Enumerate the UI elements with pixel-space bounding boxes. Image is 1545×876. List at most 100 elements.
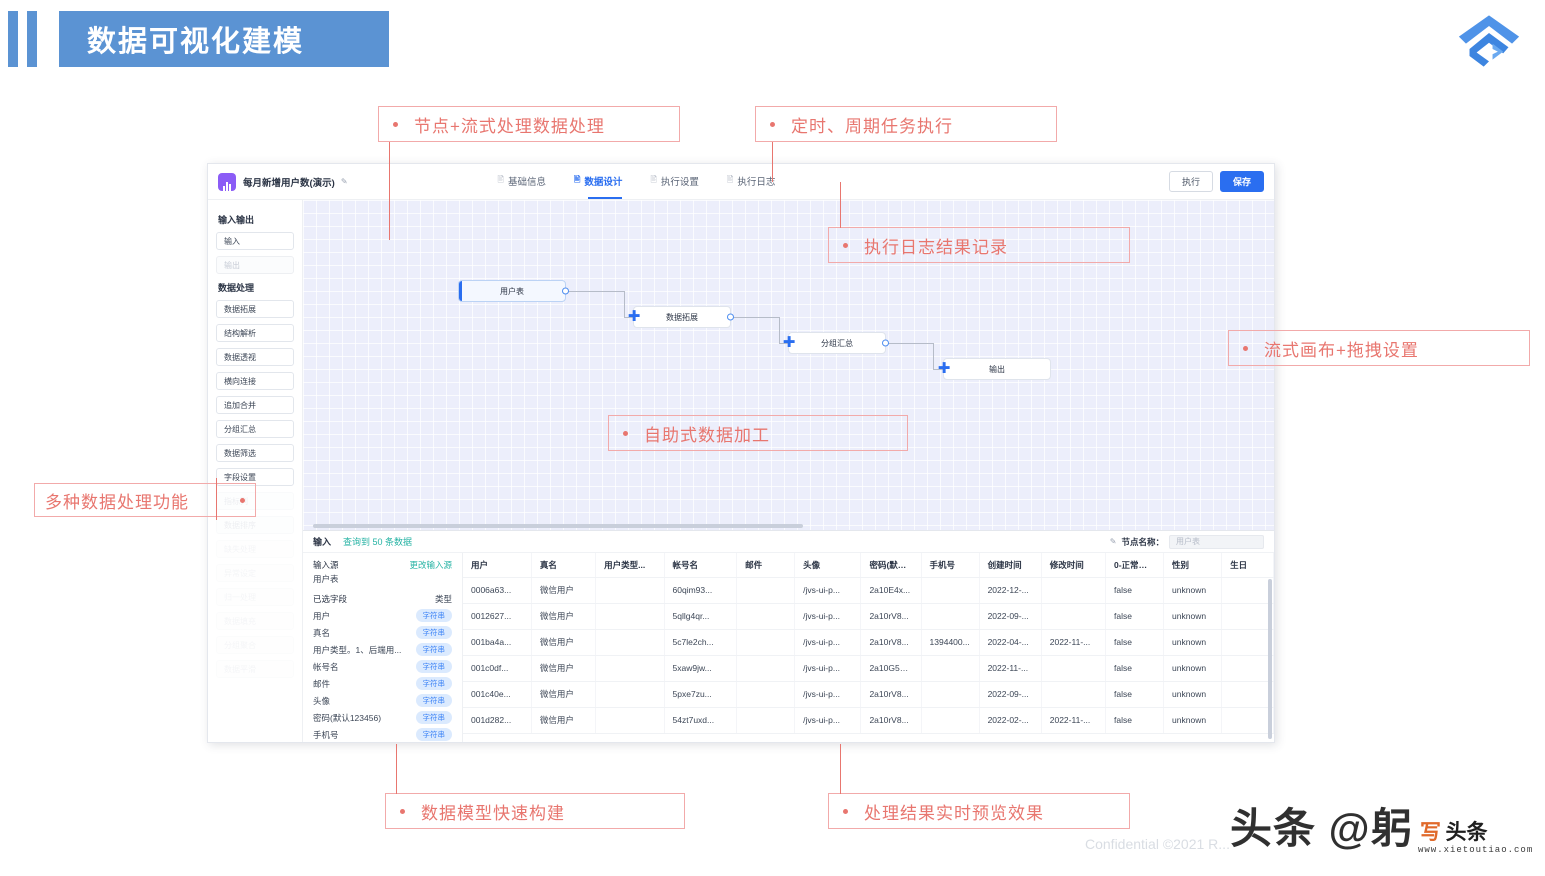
node-output-port[interactable] bbox=[562, 287, 569, 295]
document-title: 每月新增用户数(演示) bbox=[243, 177, 335, 189]
sidebar-item-input[interactable]: 输入 bbox=[216, 232, 294, 250]
table-cell: 5xaw9jw... bbox=[664, 655, 738, 682]
node-input-port[interactable]: ✚ bbox=[937, 360, 951, 378]
table-header-row: 用户 真名 用户类型... 帐号名 邮件 头像 密码(默认... 手机号 创建时间 修改时间 0-正… bbox=[463, 553, 1274, 578]
sidebar-item-sort[interactable]: 数据排序 bbox=[216, 516, 294, 534]
edge-segment bbox=[933, 343, 934, 369]
table-row[interactable]: 001d282... 微信用户 54zt7uxd... /jvs-ui-p... 2a1… bbox=[463, 707, 1274, 734]
sidebar-item-group-combine[interactable]: 分组聚合 bbox=[216, 636, 294, 654]
pencil-icon[interactable]: ✎ bbox=[1110, 537, 1117, 546]
footer-confidential: Confidential ©2021 R... bbox=[1085, 836, 1230, 852]
table-cell: unknown bbox=[1163, 603, 1223, 630]
save-button[interactable]: 保存 bbox=[1219, 171, 1264, 192]
sidebar-item-data-expand[interactable]: 数据拓展 bbox=[216, 300, 294, 318]
flow-node-group-aggregate[interactable]: ✚ 分组汇总 bbox=[783, 332, 889, 354]
table-column-header: 用户类型... bbox=[595, 553, 665, 578]
callout-text: 处理结果实时预览效果 bbox=[864, 803, 1044, 823]
list-item[interactable]: 用户 字符串 bbox=[313, 607, 452, 624]
flow-node-data-expand[interactable]: ✚ 数据拓展 bbox=[628, 306, 734, 328]
data-panel-header: 输入 查询到 50 条数据 ✎ 节点名称： 用户表 bbox=[303, 531, 1274, 553]
pencil-icon[interactable]: ✎ bbox=[341, 177, 348, 186]
table-vertical-scrollbar[interactable] bbox=[1268, 579, 1272, 739]
accent-bar-1 bbox=[8, 11, 18, 67]
field-type-badge: 字符串 bbox=[415, 728, 452, 741]
sidebar-item-anomaly-setting[interactable]: 异常设定 bbox=[216, 564, 294, 582]
table-cell: 54zt7uxd... bbox=[664, 707, 738, 734]
table-cell: false bbox=[1105, 603, 1165, 630]
field-type-badge: 字符串 bbox=[415, 694, 452, 707]
list-item[interactable]: 邮件 字符串 bbox=[313, 675, 452, 692]
table-column-header: 密码(默认... bbox=[860, 553, 922, 578]
list-item[interactable]: 用户类型。1、后端用... 字符串 bbox=[313, 641, 452, 658]
callout-dot bbox=[843, 808, 848, 814]
list-item[interactable]: 帐号名 字符串 bbox=[313, 658, 452, 675]
node-name-input[interactable]: 用户表 bbox=[1169, 534, 1264, 549]
node-label: 输出 bbox=[989, 364, 1005, 374]
table-column-header: 真名 bbox=[531, 553, 597, 578]
table-row[interactable]: 001ba4a... 微信用户 5c7le2ch... /jvs-ui-p... 2a1… bbox=[463, 629, 1274, 656]
table-cell: 001d282... bbox=[463, 707, 532, 734]
chart-icon bbox=[218, 172, 236, 191]
list-item[interactable]: 手机号 字符串 bbox=[313, 726, 452, 742]
node-input-port[interactable]: ✚ bbox=[782, 334, 796, 352]
table-cell bbox=[736, 577, 796, 604]
data-table: 用户 真名 用户类型... 帐号名 邮件 头像 密码(默认... 手机号 创建时间 修改时间 0-正… bbox=[463, 553, 1274, 734]
table-cell: 001ba4a... bbox=[463, 629, 532, 656]
tab-label: 执行日志 bbox=[737, 176, 776, 188]
callout-leader-line bbox=[772, 142, 773, 182]
callout-dot bbox=[1243, 345, 1248, 351]
table-column-header: 修改时间 bbox=[1041, 553, 1107, 578]
table-cell: 2022-09-... bbox=[979, 603, 1042, 630]
table-row[interactable]: 001c0df... 微信用户 5xaw9jw... /jvs-ui-p... 2a10… bbox=[463, 655, 1274, 682]
sidebar-item-normalize[interactable]: 归一处理 bbox=[216, 588, 294, 606]
run-button[interactable]: 执行 bbox=[1168, 171, 1213, 192]
callout-leader-line bbox=[840, 182, 841, 228]
table-row[interactable]: 0006a63... 微信用户 60qim93... /jvs-ui-p... 2a10… bbox=[463, 577, 1274, 604]
callout-realtime-preview: 处理结果实时预览效果 bbox=[828, 793, 1130, 829]
list-item[interactable]: 头像 字符串 bbox=[313, 692, 452, 709]
tab-basic-info[interactable]: 🖹 基础信息 bbox=[498, 174, 546, 190]
watermark-badge-part2: 头条 bbox=[1445, 821, 1488, 844]
node-input-port[interactable]: ✚ bbox=[627, 308, 641, 326]
flow-node-user-table[interactable]: 用户表 bbox=[458, 280, 569, 302]
table-cell: 2a10E4x... bbox=[860, 577, 922, 604]
edge-segment bbox=[727, 317, 779, 318]
tab-data-design[interactable]: 🖹 数据设计 bbox=[574, 174, 623, 199]
change-source-link[interactable]: 更改输入源 bbox=[409, 559, 452, 571]
table-column-header: 帐号名 bbox=[664, 553, 738, 578]
tab-label: 数据设计 bbox=[584, 176, 623, 188]
type-column-label: 类型 bbox=[434, 594, 452, 604]
sidebar-item-output[interactable]: 输出 bbox=[216, 256, 294, 274]
edge-segment bbox=[624, 291, 625, 317]
list-item[interactable]: 真名 字符串 bbox=[313, 624, 452, 641]
canvas-horizontal-scrollbar[interactable] bbox=[313, 524, 803, 528]
canvas-and-data: 用户表 ✚ 数据拓展 ✚ 分组汇总 ✚ 输出 输入 查询到 50 条数据 ✎ 节… bbox=[303, 200, 1274, 742]
sidebar-item-pivot[interactable]: 数据透视 bbox=[216, 348, 294, 366]
tab-label: 基础信息 bbox=[507, 176, 546, 188]
sidebar-item-horizontal-join[interactable]: 横向连接 bbox=[216, 372, 294, 390]
sidebar-item-struct-parse[interactable]: 结构解析 bbox=[216, 324, 294, 342]
table-cell: unknown bbox=[1163, 629, 1223, 656]
source-row: 输入源 更改输入源 bbox=[313, 559, 452, 571]
table-cell bbox=[921, 577, 980, 604]
sidebar-item-missing-handling[interactable]: 缺失处理 bbox=[216, 540, 294, 558]
table-row[interactable]: 001c40e... 微信用户 5pxe7zu... /jvs-ui-p... 2a10… bbox=[463, 681, 1274, 708]
callout-text: 节点+流式处理数据处理 bbox=[414, 116, 605, 136]
sidebar-item-append-merge[interactable]: 追加合并 bbox=[216, 396, 294, 414]
node-output-port[interactable] bbox=[727, 313, 734, 321]
table-cell: 2a10rV8... bbox=[860, 603, 922, 630]
callout-exec-log: 执行日志结果记录 bbox=[828, 227, 1130, 263]
tab-bar: 🖹 基础信息 🖹 数据设计 🖹 执行设置 🖹 执行日志 bbox=[498, 174, 775, 199]
sidebar-item-fill[interactable]: 数据填充 bbox=[216, 612, 294, 630]
table-column-header: 生日 bbox=[1221, 553, 1274, 578]
tab-exec-settings[interactable]: 🖹 执行设置 bbox=[650, 174, 698, 190]
node-output-port[interactable] bbox=[882, 339, 889, 347]
tab-exec-log[interactable]: 🖹 执行日志 bbox=[727, 174, 775, 190]
sidebar-item-filter[interactable]: 数据筛选 bbox=[216, 444, 294, 462]
sidebar-item-group-aggregate[interactable]: 分组汇总 bbox=[216, 420, 294, 438]
flow-node-output[interactable]: ✚ 输出 bbox=[938, 358, 1051, 380]
table-row[interactable]: 0012627... 微信用户 5qllg4qr... /jvs-ui-p... 2a1… bbox=[463, 603, 1274, 630]
sidebar-item-smoothing[interactable]: 数据平滑 bbox=[216, 660, 294, 678]
data-table-wrapper[interactable]: 用户 真名 用户类型... 帐号名 邮件 头像 密码(默认... 手机号 创建时间 修改时间 0-正… bbox=[463, 553, 1274, 742]
list-item[interactable]: 密码(默认123456) 字符串 bbox=[313, 709, 452, 726]
